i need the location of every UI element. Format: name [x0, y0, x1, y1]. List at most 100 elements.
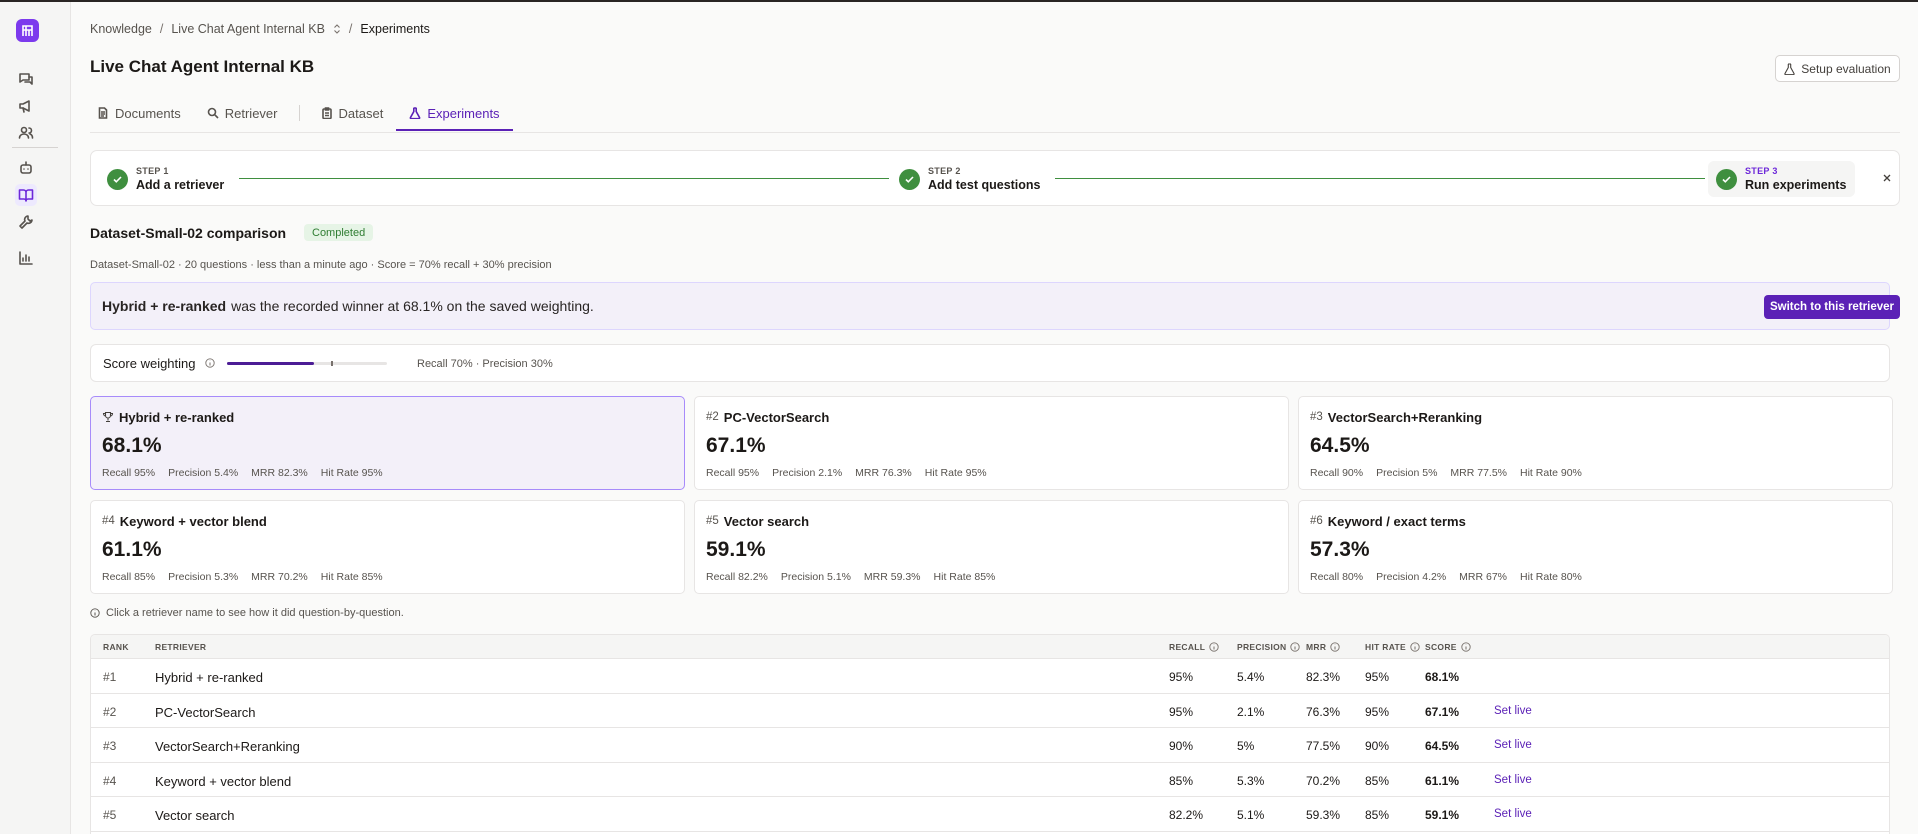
row-recall: 82.2% [1169, 808, 1204, 822]
row-retriever-name[interactable]: PC-VectorSearch [155, 705, 255, 720]
switch-retriever-button[interactable]: Switch to this retriever [1764, 295, 1900, 319]
card-hit-rate: Hit Rate 95% [924, 467, 987, 479]
step-3-kicker: STEP 3 [1745, 166, 1778, 176]
row-rank: #4 [103, 773, 117, 788]
chevron-up-down-icon[interactable] [333, 24, 341, 34]
set-live-button[interactable]: Set live [1494, 705, 1532, 717]
experiment-title: Dataset-Small-02 comparison [90, 225, 287, 241]
step-connector [1055, 178, 1705, 179]
card-mrr: MRR 77.5% [1450, 467, 1508, 479]
step-3[interactable]: STEP 3 Run experiments [1708, 161, 1855, 197]
sidebar-item-campaigns[interactable] [15, 95, 37, 117]
retriever-card[interactable]: Hybrid + re-ranked 68.1% Recall 95% Prec… [90, 396, 685, 490]
check-icon [107, 168, 128, 190]
retriever-card[interactable]: #6 Keyword / exact terms 57.3% Recall 80… [1298, 500, 1893, 594]
breadcrumb-knowledge[interactable]: Knowledge [90, 22, 152, 36]
breadcrumb-kb[interactable]: Live Chat Agent Internal KB [171, 22, 325, 36]
header-score[interactable]: SCORE [1425, 642, 1471, 652]
row-hit-rate: 95% [1365, 704, 1390, 719]
setup-evaluation-label: Setup evaluation [1801, 61, 1891, 76]
row-hit-rate: 90% [1365, 739, 1390, 753]
setup-evaluation-button[interactable]: Setup evaluation [1775, 55, 1900, 82]
clipboard-icon [321, 107, 332, 119]
hint-text: Click a retriever name to see how it did… [90, 607, 404, 619]
tab-retriever[interactable]: Retriever [194, 100, 291, 126]
row-rank: #3 [103, 739, 117, 753]
step-1[interactable]: STEP 1 Add a retriever [107, 161, 224, 197]
card-mrr: MRR 70.2% [251, 571, 308, 583]
row-score: 67.1% [1425, 704, 1460, 719]
retriever-card[interactable]: #5 Vector search 59.1% Recall 82.2% Prec… [694, 500, 1289, 594]
app-logo[interactable] [16, 19, 39, 42]
header-hit-rate[interactable]: HIT RATE [1365, 642, 1420, 652]
sidebar-item-knowledge[interactable] [15, 184, 37, 206]
header-mrr[interactable]: MRR [1306, 642, 1340, 652]
card-recall: Recall 85% [102, 571, 156, 583]
header-recall-label: RECALL [1169, 642, 1206, 652]
slider-handle[interactable] [331, 361, 334, 366]
retriever-card[interactable]: #4 Keyword + vector blend 61.1% Recall 8… [90, 500, 685, 594]
info-icon[interactable] [205, 358, 215, 368]
book-icon [18, 189, 34, 202]
row-mrr: 76.3% [1306, 704, 1341, 719]
check-icon [1716, 168, 1737, 190]
score-weighting-label: Score weighting [103, 356, 196, 371]
row-recall: 95% [1169, 670, 1194, 684]
row-hit-rate: 85% [1365, 808, 1390, 822]
card-recall: Recall 82.2% [706, 571, 768, 583]
header-recall[interactable]: RECALL [1169, 642, 1219, 652]
status-badge: Completed [304, 224, 374, 241]
row-rank: #2 [103, 704, 117, 719]
document-icon [98, 107, 108, 119]
tab-experiments[interactable]: Experiments [396, 100, 513, 131]
header-mrr-label: MRR [1306, 642, 1327, 652]
breadcrumb-current: Experiments [360, 22, 430, 36]
step-2[interactable]: STEP 2 Add test questions [899, 161, 1041, 197]
info-icon [1461, 642, 1471, 652]
table-row: #5 Vector search 82.2% 5.1% 59.3% 85% 59… [91, 797, 1889, 832]
tab-dataset[interactable]: Dataset [308, 100, 397, 126]
card-hit-rate: Hit Rate 90% [1520, 467, 1582, 479]
tab-documents[interactable]: Documents [84, 100, 194, 126]
sidebar-item-analytics[interactable] [15, 247, 37, 269]
set-live-button[interactable]: Set live [1494, 774, 1532, 786]
row-precision: 5.1% [1237, 808, 1265, 822]
retriever-card[interactable]: #2 PC-VectorSearch 67.1% Recall 95% Prec… [694, 396, 1289, 490]
card-rank: #5 [706, 515, 719, 527]
header-precision[interactable]: PRECISION [1237, 642, 1301, 652]
retriever-card[interactable]: #3 VectorSearch+Reranking 64.5% Recall 9… [1298, 396, 1893, 490]
sidebar-item-contacts[interactable] [15, 122, 37, 144]
card-rank: #6 [1310, 515, 1323, 527]
score-weighting-slider[interactable] [227, 361, 387, 366]
row-mrr: 82.3% [1306, 670, 1341, 684]
close-icon[interactable] [1881, 172, 1893, 184]
row-retriever-name[interactable]: Vector search [155, 808, 235, 823]
card-score: 59.1% [706, 538, 766, 561]
sidebar-item-tools[interactable] [15, 211, 37, 233]
card-name: Vector search [723, 513, 810, 529]
sidebar-rail [0, 2, 71, 834]
set-live-button[interactable]: Set live [1494, 808, 1532, 820]
step-connector [239, 178, 889, 179]
row-score: 59.1% [1425, 808, 1460, 822]
flask-icon [409, 107, 421, 119]
tab-retriever-label: Retriever [224, 105, 278, 121]
check-icon [899, 168, 920, 190]
row-retriever-name[interactable]: VectorSearch+Reranking [155, 739, 300, 754]
sidebar-item-chats[interactable] [15, 68, 37, 90]
row-recall: 90% [1169, 739, 1194, 753]
header-score-label: SCORE [1425, 642, 1457, 652]
card-mrr: MRR 76.3% [855, 467, 912, 479]
experiment-meta: Dataset-Small-02 · 20 questions · less t… [90, 259, 552, 271]
tab-documents-label: Documents [115, 105, 181, 121]
sidebar-item-agents[interactable] [15, 157, 37, 179]
row-retriever-name[interactable]: Hybrid + re-ranked [155, 670, 263, 685]
set-live-button[interactable]: Set live [1494, 739, 1532, 751]
search-icon [207, 107, 219, 119]
table-row: #3 VectorSearch+Reranking 90% 5% 77.5% 9… [91, 728, 1889, 763]
table-row: #4 Keyword + vector blend 85% 5.3% 70.2%… [91, 763, 1889, 797]
row-mrr: 59.3% [1306, 808, 1341, 822]
row-rank: #1 [103, 670, 117, 684]
row-retriever-name[interactable]: Keyword + vector blend [155, 774, 291, 789]
card-hit-rate: Hit Rate 85% [933, 571, 996, 583]
